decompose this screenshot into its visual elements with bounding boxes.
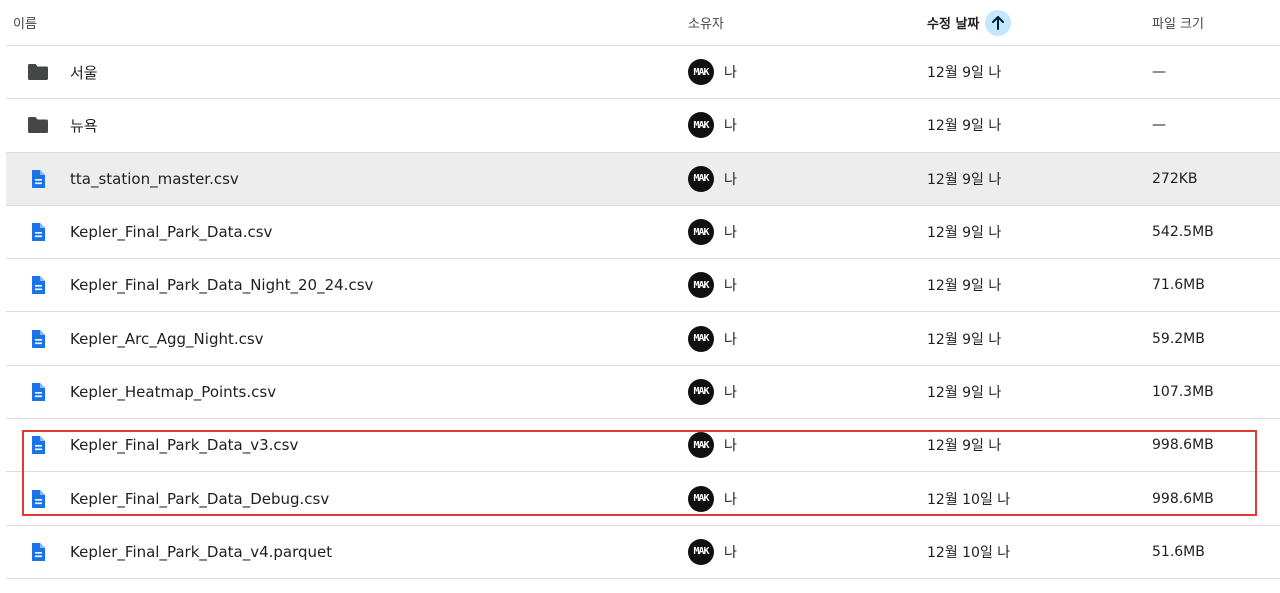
- folder-icon: [26, 60, 50, 84]
- file-name[interactable]: tta_station_master.csv: [70, 170, 239, 188]
- avatar: MAK: [688, 165, 714, 192]
- owner-cell: MAK 나: [688, 153, 737, 205]
- owner-cell: MAK 나: [688, 46, 737, 98]
- avatar: MAK: [688, 112, 714, 139]
- size-cell: 71.6MB: [1152, 277, 1205, 294]
- file-row[interactable]: 뉴욕 MAK 나 12월 9일 나 —: [6, 99, 1280, 153]
- name-cell: Kepler_Final_Park_Data.csv: [13, 206, 272, 258]
- owner-cell: MAK 나: [688, 313, 737, 365]
- owner-name: 나: [724, 544, 737, 561]
- name-cell: Kepler_Final_Park_Data_Night_20_24.csv: [13, 259, 373, 311]
- owner-name: 나: [724, 384, 737, 401]
- size-cell: 272KB: [1152, 170, 1198, 187]
- file-row[interactable]: Kepler_Arc_Agg_Night.csv MAK 나 12월 9일 나 59.2…: [6, 313, 1280, 366]
- file-row[interactable]: Kepler_Final_Park_Data.csv MAK 나 12월 9일 나 54…: [6, 206, 1280, 260]
- name-cell: Kepler_Final_Park_Data_Debug.csv: [13, 472, 329, 524]
- avatar: MAK: [688, 325, 714, 352]
- file-name[interactable]: Kepler_Arc_Agg_Night.csv: [70, 330, 264, 348]
- header-owner[interactable]: 소유자: [688, 0, 724, 45]
- owner-name: 나: [724, 438, 737, 455]
- header-modified[interactable]: 수정 날짜: [927, 0, 1012, 45]
- modified-cell: 12월 10일 나: [927, 544, 1011, 561]
- name-cell: Kepler_Heatmap_Points.csv: [13, 366, 276, 418]
- document-icon: [26, 273, 50, 297]
- file-row[interactable]: Kepler_Final_Park_Data_v3.csv MAK 나 12월 9일 …: [6, 419, 1280, 473]
- owner-name: 나: [724, 118, 737, 135]
- file-row[interactable]: Kepler_Final_Park_Data_Debug.csv MAK 나 12월 …: [6, 472, 1280, 526]
- folder-icon: [26, 113, 50, 137]
- owner-cell: MAK 나: [688, 472, 737, 524]
- modified-cell: 12월 9일 나: [927, 171, 1002, 188]
- owner-cell: MAK 나: [688, 206, 737, 258]
- file-row[interactable]: Kepler_Final_Park_Data_v4.parquet MAK 나 12월…: [6, 526, 1280, 579]
- size-cell: 51.6MB: [1152, 543, 1205, 560]
- owner-name: 나: [724, 278, 737, 295]
- header-size[interactable]: 파일 크기: [1152, 0, 1204, 45]
- file-name[interactable]: Kepler_Heatmap_Points.csv: [70, 383, 276, 401]
- file-name[interactable]: Kepler_Final_Park_Data_Night_20_24.csv: [70, 276, 373, 294]
- file-row[interactable]: 서울 MAK 나 12월 9일 나 —: [6, 46, 1280, 100]
- owner-cell: MAK 나: [688, 99, 737, 151]
- name-cell: tta_station_master.csv: [13, 153, 239, 205]
- owner-cell: MAK 나: [688, 526, 737, 578]
- file-row[interactable]: Kepler_Heatmap_Points.csv MAK 나 12월 9일 나 107…: [6, 366, 1280, 420]
- modified-cell: 12월 9일 나: [927, 225, 1002, 242]
- owner-cell: MAK 나: [688, 419, 737, 471]
- file-name[interactable]: Kepler_Final_Park_Data_Debug.csv: [70, 490, 329, 508]
- file-name[interactable]: 서울: [70, 62, 98, 83]
- document-icon: [26, 540, 50, 564]
- owner-cell: MAK 나: [688, 259, 737, 311]
- document-icon: [26, 220, 50, 244]
- document-icon: [26, 433, 50, 457]
- size-cell: 998.6MB: [1152, 437, 1214, 454]
- avatar: MAK: [688, 378, 714, 405]
- document-icon: [26, 167, 50, 191]
- name-cell: 뉴욕: [13, 99, 98, 151]
- owner-name: 나: [724, 491, 737, 508]
- size-cell: 998.6MB: [1152, 490, 1214, 507]
- size-cell: 542.5MB: [1152, 224, 1214, 241]
- avatar: MAK: [688, 485, 714, 512]
- size-cell: 59.2MB: [1152, 330, 1205, 347]
- avatar: MAK: [688, 432, 714, 459]
- avatar: MAK: [688, 59, 714, 86]
- modified-cell: 12월 10일 나: [927, 491, 1011, 508]
- avatar: MAK: [688, 272, 714, 299]
- modified-cell: 12월 9일 나: [927, 331, 1002, 348]
- name-cell: Kepler_Final_Park_Data_v4.parquet: [13, 526, 332, 578]
- document-icon: [26, 487, 50, 511]
- owner-name: 나: [724, 331, 737, 348]
- owner-name: 나: [724, 65, 737, 82]
- avatar: MAK: [688, 538, 714, 565]
- arrow-up-icon[interactable]: [985, 9, 1012, 36]
- modified-cell: 12월 9일 나: [927, 384, 1002, 401]
- modified-cell: 12월 9일 나: [927, 118, 1002, 135]
- owner-name: 나: [724, 225, 737, 242]
- file-name[interactable]: Kepler_Final_Park_Data_v4.parquet: [70, 543, 332, 561]
- name-cell: Kepler_Final_Park_Data_v3.csv: [13, 419, 298, 471]
- size-cell: —: [1152, 117, 1166, 134]
- file-name[interactable]: 뉴욕: [70, 115, 98, 136]
- modified-cell: 12월 9일 나: [927, 278, 1002, 295]
- document-icon: [26, 327, 50, 351]
- size-cell: 107.3MB: [1152, 383, 1214, 400]
- name-cell: Kepler_Arc_Agg_Night.csv: [13, 313, 264, 365]
- size-cell: —: [1152, 64, 1166, 81]
- name-cell: 서울: [13, 46, 98, 98]
- file-row[interactable]: Kepler_Final_Park_Data_Night_20_24.csv MA…: [6, 259, 1280, 313]
- owner-cell: MAK 나: [688, 366, 737, 418]
- column-header-row: 이름 소유자 수정 날짜 파일 크기: [6, 0, 1280, 46]
- header-modified-label[interactable]: 수정 날짜: [927, 13, 979, 32]
- modified-cell: 12월 9일 나: [927, 438, 1002, 455]
- document-icon: [26, 380, 50, 404]
- owner-name: 나: [724, 171, 737, 188]
- file-row[interactable]: tta_station_master.csv MAK 나 12월 9일 나 272KB: [6, 152, 1280, 206]
- avatar: MAK: [688, 219, 714, 246]
- file-name[interactable]: Kepler_Final_Park_Data.csv: [70, 223, 272, 241]
- modified-cell: 12월 9일 나: [927, 65, 1002, 82]
- header-name[interactable]: 이름: [13, 0, 37, 45]
- file-name[interactable]: Kepler_Final_Park_Data_v3.csv: [70, 436, 298, 454]
